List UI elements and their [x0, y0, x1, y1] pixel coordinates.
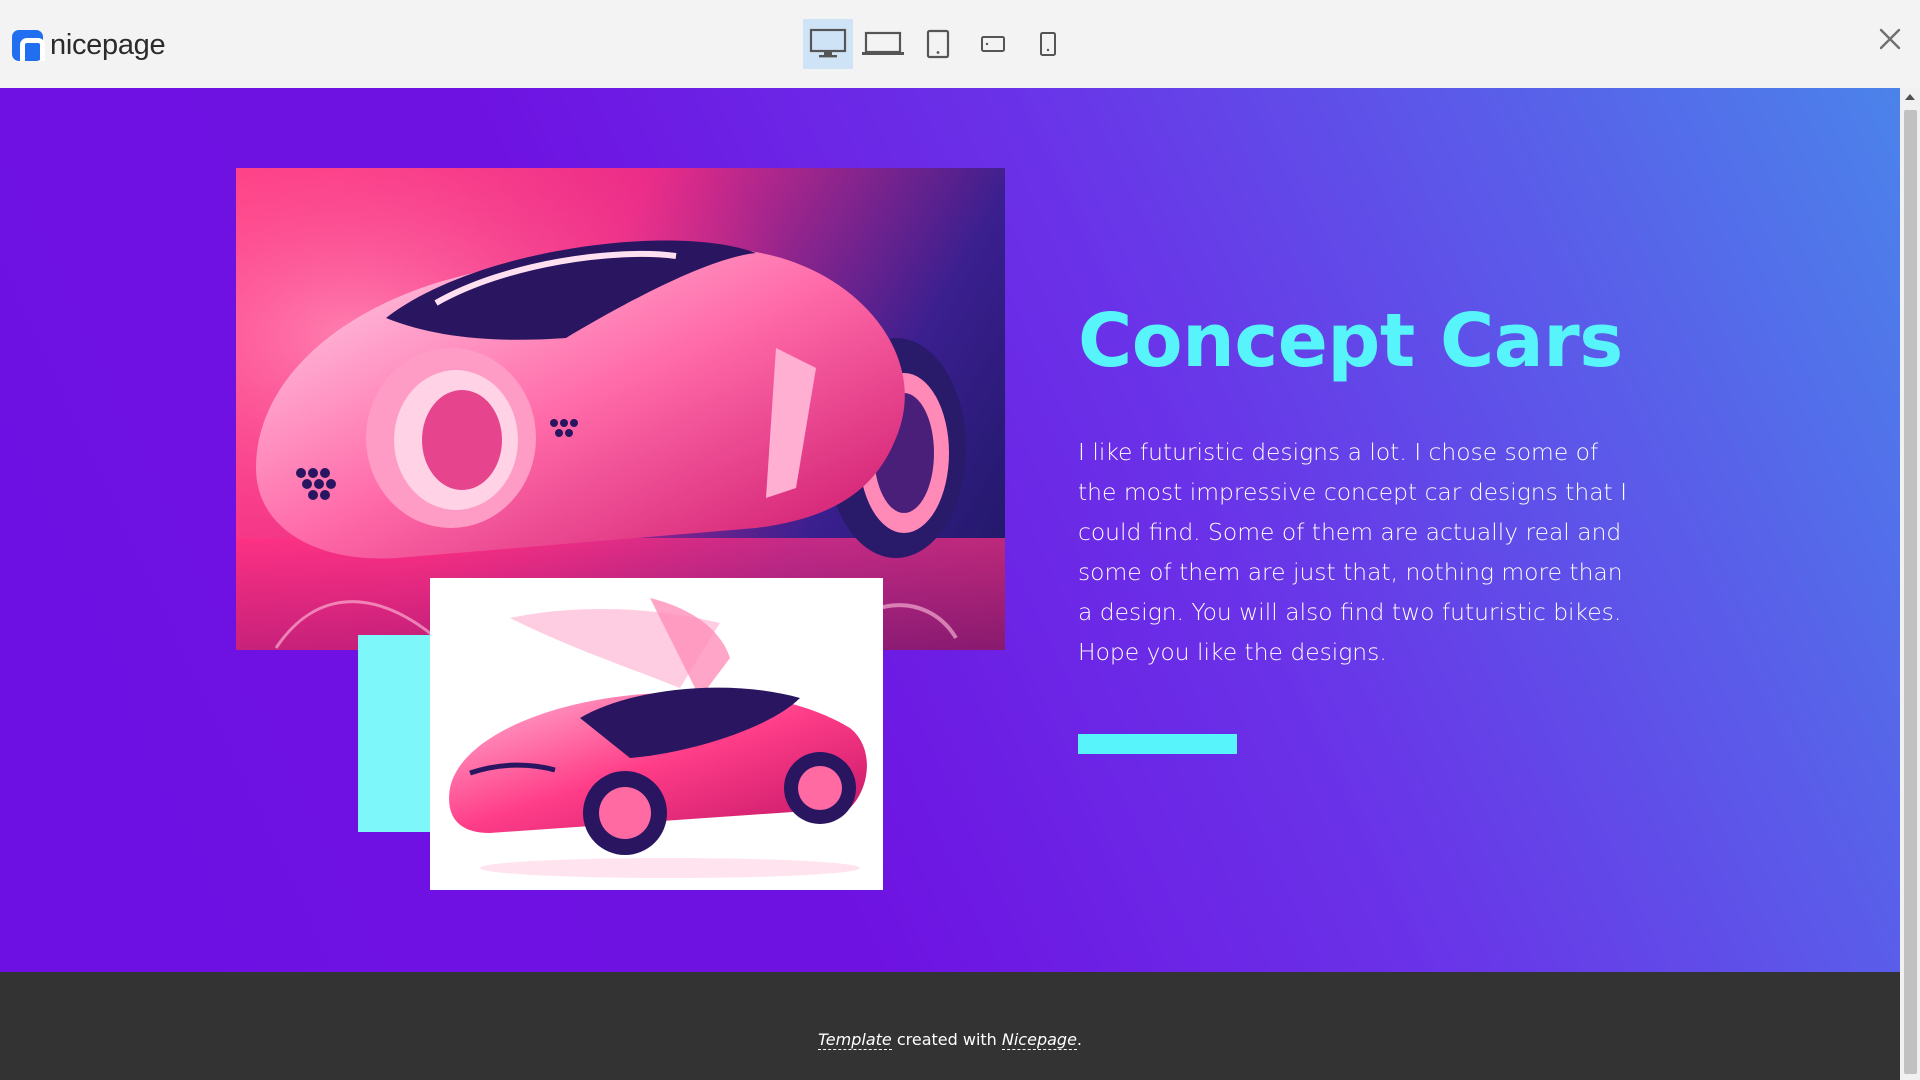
device-phone-landscape-button[interactable]	[968, 19, 1018, 69]
cyan-accent-block	[358, 635, 438, 832]
device-tablet-button[interactable]	[913, 19, 963, 69]
template-link[interactable]: Template	[817, 1030, 892, 1050]
hero-description: I like futuristic designs a lot. I chose…	[1078, 438, 1628, 666]
preview-toolbar: nicepage	[0, 0, 1920, 88]
cyan-accent-bar	[1078, 734, 1237, 754]
nicepage-logo[interactable]: nicepage	[12, 28, 166, 61]
nicepage-logo-icon	[12, 29, 45, 61]
close-preview-button[interactable]	[1875, 24, 1905, 54]
device-laptop-button[interactable]	[858, 19, 908, 69]
tablet-icon	[926, 29, 950, 59]
concept-car-illustration	[430, 578, 883, 890]
laptop-icon	[862, 31, 904, 55]
hero-section: Concept Cars I like futuristic designs a…	[0, 88, 1900, 972]
scrollbar-thumb[interactable]	[1904, 110, 1917, 1074]
page-scrollbar[interactable]	[1900, 88, 1920, 1080]
phone-portrait-icon	[1040, 32, 1056, 56]
logo-text: nicepage	[50, 28, 166, 61]
device-switcher	[803, 19, 1078, 69]
concept-car-image	[430, 578, 883, 890]
scroll-up-arrow-icon[interactable]	[1905, 94, 1915, 100]
close-icon	[1879, 28, 1901, 50]
footer: Template created with Nicepage.	[0, 972, 1900, 1080]
phone-landscape-icon	[981, 36, 1005, 52]
footer-end-text: .	[1076, 1030, 1082, 1049]
nicepage-link[interactable]: Nicepage	[1001, 1030, 1077, 1050]
hero-title: Concept Cars	[1078, 298, 1623, 384]
footer-credit: Template created with Nicepage.	[0, 1030, 1900, 1050]
footer-middle-text: created with	[891, 1030, 1002, 1049]
desktop-monitor-icon	[809, 28, 847, 58]
device-phone-portrait-button[interactable]	[1023, 19, 1073, 69]
device-desktop-button[interactable]	[803, 19, 853, 69]
